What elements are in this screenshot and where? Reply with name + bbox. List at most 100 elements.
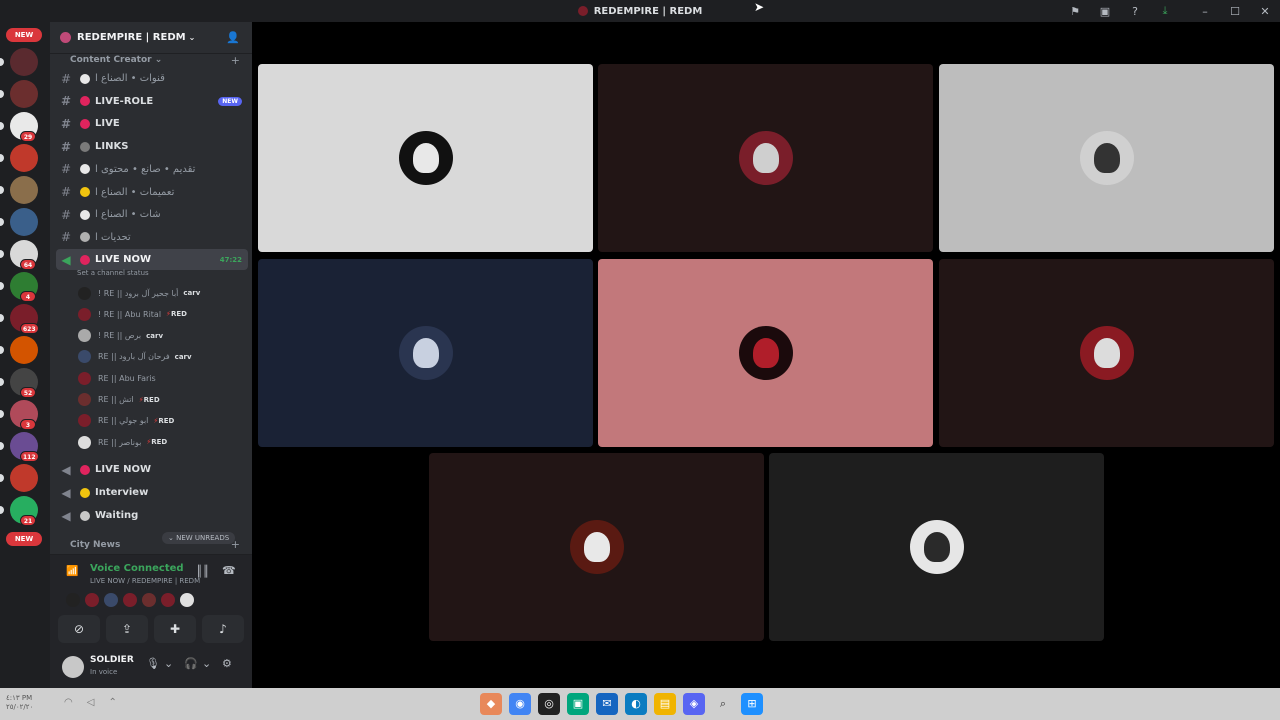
voice-channel-item[interactable]: ◀ LIVE NOW [56, 459, 248, 480]
username[interactable]: SOLDIER [90, 655, 134, 665]
help-icon[interactable]: ? [1120, 5, 1150, 18]
channel-label: LINKS [95, 141, 129, 153]
inbox-icon[interactable]: ▣ [1090, 5, 1120, 18]
participant-tile[interactable] [258, 64, 593, 252]
participant-tile[interactable] [598, 64, 933, 252]
server-header[interactable]: REDEMPIRE | REDM ⌄ 👤 [50, 22, 252, 54]
category-city-news[interactable]: City News [70, 540, 120, 550]
server-icon[interactable] [10, 144, 38, 172]
maximize-icon[interactable]: ☐ [1220, 5, 1250, 18]
app-icon[interactable]: ▣ [567, 693, 589, 715]
disconnect-icon[interactable]: ☎ [222, 564, 236, 577]
flag-icon[interactable]: ⚑ [1060, 5, 1090, 18]
channel-item[interactable]: # تحديات ا [56, 227, 248, 248]
avatar[interactable] [85, 593, 99, 607]
minimize-icon[interactable]: – [1190, 5, 1220, 18]
avatar[interactable] [66, 593, 80, 607]
participant-tile[interactable] [769, 453, 1104, 641]
server-icon[interactable] [10, 464, 38, 492]
app-icon[interactable]: ◎ [538, 693, 560, 715]
server-icon[interactable] [10, 80, 38, 108]
signal-icon[interactable]: 📶 [66, 566, 78, 578]
voice-location[interactable]: LIVE NOW / REDEMPIRE | REDM [90, 577, 200, 585]
participant-tile[interactable] [258, 259, 593, 447]
avatar [78, 435, 91, 449]
chrome-icon[interactable]: ◉ [509, 693, 531, 715]
voice-member[interactable]: ! RE || أبا جحير آل برود carv [78, 283, 248, 303]
download-icon[interactable]: ⤓ [1150, 4, 1180, 18]
voice-member[interactable]: ! RE || برص carv [78, 326, 248, 346]
voice-connected-label[interactable]: Voice Connected [90, 563, 184, 574]
mention-count-badge: 623 [20, 323, 39, 334]
wifi-icon[interactable]: ◠ [64, 697, 73, 708]
edge-icon[interactable]: ◐ [625, 693, 647, 715]
search-icon[interactable]: ⌕ [712, 693, 734, 715]
voice-participants [66, 593, 194, 607]
voice-channel-item[interactable]: ◀ Interview [56, 482, 248, 503]
server-icon[interactable] [10, 48, 38, 76]
avatar[interactable] [142, 593, 156, 607]
close-icon[interactable]: ✕ [1250, 5, 1280, 18]
activities-button[interactable]: ✚ [154, 615, 196, 643]
noise-suppression-icon[interactable]: ║║ [196, 565, 209, 578]
voice-member[interactable]: RE || بوناصر RED [78, 432, 248, 452]
channel-emoji-icon [80, 73, 90, 84]
microphone-icon[interactable]: 🎙 [146, 657, 160, 670]
server-icon[interactable] [10, 336, 38, 364]
invite-icon[interactable]: 👤 [226, 31, 240, 44]
participant-tile[interactable] [598, 259, 933, 447]
server-icon[interactable] [10, 208, 38, 236]
channel-item[interactable]: # تعميمات • الصناع ا [56, 182, 248, 203]
participant-tile[interactable] [429, 453, 764, 641]
member-name: RE || اتش [98, 395, 134, 404]
avatar[interactable] [180, 593, 194, 607]
soundboard-button[interactable]: ♪ [202, 615, 244, 643]
add-channel-icon[interactable]: + [231, 54, 240, 67]
voice-channel-item[interactable]: ◀ Waiting [56, 505, 248, 526]
windows-start-icon[interactable]: ⊞ [741, 693, 763, 715]
screen-share-button[interactable]: ⇪ [106, 615, 148, 643]
avatar[interactable] [62, 656, 84, 678]
channel-item[interactable]: # شات • الصناع ا [56, 204, 248, 225]
app-icon[interactable]: ◆ [480, 693, 502, 715]
category-content-creator[interactable]: Content Creator ⌄ [70, 55, 162, 65]
chevron-down-icon[interactable]: ⌄ [164, 657, 173, 670]
mention-count-badge: 4 [20, 291, 36, 302]
red-dot-icon [80, 254, 90, 265]
channel-item[interactable]: # LIVE [56, 113, 248, 134]
discord-icon[interactable]: ◈ [683, 693, 705, 715]
avatar[interactable] [161, 593, 175, 607]
settings-gear-icon[interactable]: ⚙ [222, 657, 232, 670]
voice-member[interactable]: RE || ابو جولي RED [78, 411, 248, 431]
channel-status[interactable]: Set a channel status [77, 269, 149, 277]
avatar[interactable] [104, 593, 118, 607]
channel-item[interactable]: # LIVE-ROLE NEW [56, 91, 248, 112]
chevron-down-icon[interactable]: ⌄ [202, 657, 211, 670]
channel-item[interactable]: # LINKS [56, 136, 248, 157]
headphones-icon[interactable]: 🎧 [184, 657, 198, 670]
participant-tile[interactable] [939, 64, 1274, 252]
voice-member[interactable]: RE || Abu Faris [78, 368, 248, 388]
voice-member[interactable]: RE || اتش RED [78, 390, 248, 410]
volume-icon[interactable]: ◁ [87, 697, 95, 708]
new-servers-badge[interactable]: NEW [6, 28, 42, 42]
voice-member[interactable]: ! RE || Abu Rital RED [78, 304, 248, 324]
file-explorer-icon[interactable]: ▤ [654, 693, 676, 715]
camera-off-button[interactable]: ⊘ [58, 615, 100, 643]
speaker-icon: ◀ [61, 252, 71, 267]
new-unreads-button[interactable]: ⌄ NEW UNREADS [162, 532, 236, 544]
new-servers-badge[interactable]: NEW [6, 532, 42, 546]
voice-channel-live-now[interactable]: ◀ LIVE NOW 47:22 [56, 249, 248, 270]
channel-item[interactable]: # تقديم • صانع • محتوى ا [56, 159, 248, 180]
participant-tile[interactable] [939, 259, 1274, 447]
voice-member[interactable]: RE || فرحان آل بارود carv [78, 347, 248, 367]
avatar[interactable] [123, 593, 137, 607]
channel-item[interactable]: # قنوات • الصناع ا [56, 68, 248, 89]
unread-indicator [0, 250, 4, 258]
outlook-icon[interactable]: ✉ [596, 693, 618, 715]
tray-chevron-icon[interactable]: ⌃ [108, 697, 116, 708]
avatar [78, 350, 91, 364]
avatar [78, 329, 91, 343]
server-icon[interactable] [10, 176, 38, 204]
taskbar-clock[interactable]: ٤:١٣ PM ٢٥/٠٢/٢٠ [6, 694, 33, 712]
